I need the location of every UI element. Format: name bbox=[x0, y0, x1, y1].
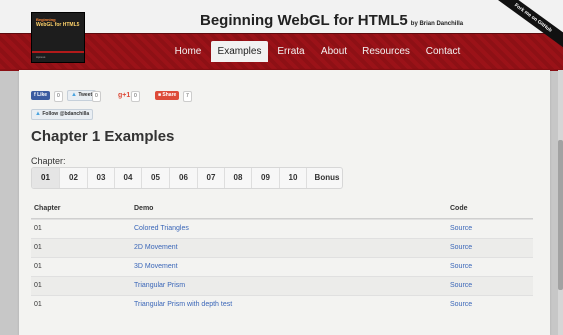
book-cover-publisher: Apress bbox=[36, 55, 46, 59]
follow-label: Follow @bdanchilla bbox=[42, 111, 90, 117]
source-link[interactable]: Source bbox=[450, 296, 472, 314]
twitter-bird-icon: ▲ bbox=[35, 111, 41, 117]
share-button[interactable]: ■ Share bbox=[155, 91, 180, 100]
demo-link[interactable]: 2D Movement bbox=[134, 239, 178, 257]
book-cover-logo[interactable]: Beginning WebGL for HTML5 Apress bbox=[31, 12, 85, 63]
chapter-pager: 01 02 03 04 05 06 07 08 09 10 Bonus bbox=[31, 167, 343, 189]
chapter-tab-06[interactable]: 06 bbox=[170, 168, 198, 188]
source-link[interactable]: Source bbox=[450, 277, 472, 295]
page-title: Chapter 1 Examples bbox=[31, 128, 175, 145]
chapter-label: Chapter: bbox=[31, 156, 66, 166]
chapter-cell: 01 bbox=[34, 301, 42, 308]
nav-home-label: Home bbox=[174, 46, 202, 57]
nav-examples[interactable]: Examples bbox=[211, 41, 268, 62]
google-plus-button[interactable]: g+1 bbox=[118, 91, 130, 100]
nav-contact[interactable]: Contact bbox=[420, 41, 466, 62]
source-link[interactable]: Source bbox=[450, 258, 472, 276]
table-header-row: Chapter Demo Code bbox=[31, 200, 533, 219]
chapter-tab-03[interactable]: 03 bbox=[88, 168, 115, 188]
examples-table: Chapter Demo Code 01 Colored Triangles S… bbox=[31, 200, 533, 314]
chapter-tab-05[interactable]: 05 bbox=[142, 168, 170, 188]
nav-errata[interactable]: Errata bbox=[272, 41, 310, 62]
site-title: Beginning WebGL for HTML5 by Brian Danchi… bbox=[200, 12, 463, 29]
demo-link[interactable]: Triangular Prism bbox=[134, 277, 185, 295]
nav-home[interactable]: Home bbox=[168, 41, 208, 62]
nav-about[interactable]: About bbox=[316, 41, 352, 62]
site-byline: by Brian Danchilla bbox=[410, 21, 464, 27]
facebook-like-label: Like bbox=[37, 92, 48, 98]
chapter-tab-08[interactable]: 08 bbox=[225, 168, 252, 188]
chapter-tab-10[interactable]: 10 bbox=[280, 168, 307, 188]
google-plus-count: 0 bbox=[131, 91, 140, 102]
tweet-count: 0 bbox=[92, 91, 101, 102]
share-label: Share bbox=[162, 92, 177, 98]
facebook-like-button[interactable]: f Like bbox=[31, 91, 51, 100]
source-link[interactable]: Source bbox=[450, 220, 472, 238]
nav-errata-label: Errata bbox=[277, 46, 305, 57]
table-row: 01 2D Movement Source bbox=[31, 238, 533, 257]
book-cover-stripe bbox=[32, 51, 84, 53]
follow-twitter-button[interactable]: ▲ Follow @bdanchilla bbox=[31, 109, 94, 120]
nav-examples-label: Examples bbox=[217, 46, 262, 57]
chapter-tab-bonus[interactable]: Bonus bbox=[307, 168, 342, 188]
nav-resources[interactable]: Resources bbox=[359, 41, 413, 62]
column-header-demo: Demo bbox=[134, 205, 154, 212]
chapter-tab-09[interactable]: 09 bbox=[252, 168, 280, 188]
table-row: 01 Triangular Prism Source bbox=[31, 276, 533, 295]
demo-link[interactable]: Colored Triangles bbox=[134, 220, 189, 238]
demo-link[interactable]: Triangular Prism with depth test bbox=[134, 296, 232, 314]
tweet-label: Tweet bbox=[78, 92, 93, 98]
chapter-cell: 01 bbox=[34, 282, 42, 289]
table-row: 01 Colored Triangles Source bbox=[31, 219, 533, 238]
share-count: 7 bbox=[183, 91, 192, 102]
scrollbar-thumb[interactable] bbox=[558, 140, 563, 290]
table-row: 01 3D Movement Source bbox=[31, 257, 533, 276]
chapter-tab-02[interactable]: 02 bbox=[60, 168, 88, 188]
chapter-tab-04[interactable]: 04 bbox=[115, 168, 142, 188]
source-link[interactable]: Source bbox=[450, 239, 472, 257]
chapter-tab-01[interactable]: 01 bbox=[32, 168, 60, 188]
column-header-chapter: Chapter bbox=[34, 205, 61, 212]
chapter-cell: 01 bbox=[34, 244, 42, 251]
site-title-text: Beginning WebGL for HTML5 bbox=[200, 12, 408, 29]
column-header-code: Code bbox=[450, 205, 468, 212]
demo-link[interactable]: 3D Movement bbox=[134, 258, 178, 276]
scrollbar[interactable] bbox=[558, 70, 563, 335]
table-row: 01 Triangular Prism with depth test Sour… bbox=[31, 295, 533, 314]
nav-contact-label: Contact bbox=[425, 46, 461, 57]
chapter-cell: 01 bbox=[34, 225, 42, 232]
book-cover-line2: WebGL for HTML5 bbox=[36, 22, 80, 28]
twitter-bird-icon: ▲ bbox=[71, 92, 77, 98]
facebook-icon: f bbox=[34, 92, 36, 98]
chapter-cell: 01 bbox=[34, 263, 42, 270]
nav-about-label: About bbox=[320, 46, 348, 57]
nav-resources-label: Resources bbox=[362, 46, 410, 57]
site-header: Beginning WebGL for HTML5 Apress Beginni… bbox=[0, 0, 563, 71]
chapter-tab-07[interactable]: 07 bbox=[198, 168, 225, 188]
facebook-like-count: 0 bbox=[54, 91, 63, 102]
share-icon: ■ bbox=[158, 92, 162, 98]
